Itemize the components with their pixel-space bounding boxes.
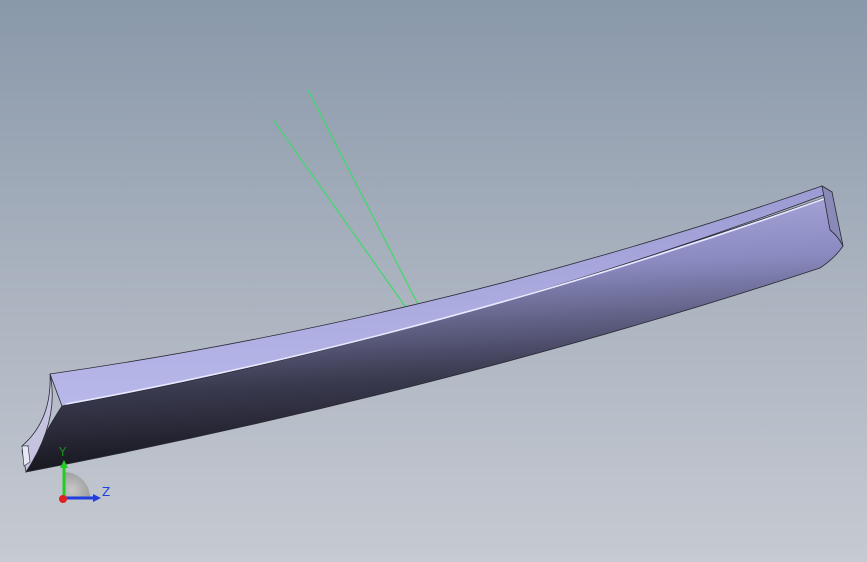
triad-z-label: Z bbox=[102, 485, 110, 499]
triad-y-label: Y bbox=[58, 445, 67, 459]
sketch-line-1[interactable] bbox=[273, 120, 413, 317]
graphics-viewport[interactable]: Y Z bbox=[0, 0, 867, 562]
channel-side-face[interactable] bbox=[25, 195, 844, 473]
model-scene[interactable]: Y Z bbox=[0, 0, 867, 562]
triad-x-origin bbox=[59, 495, 67, 503]
sketch-line-2[interactable] bbox=[307, 89, 424, 315]
triad-disc bbox=[64, 472, 90, 498]
triad-z-arrowhead bbox=[93, 494, 101, 502]
